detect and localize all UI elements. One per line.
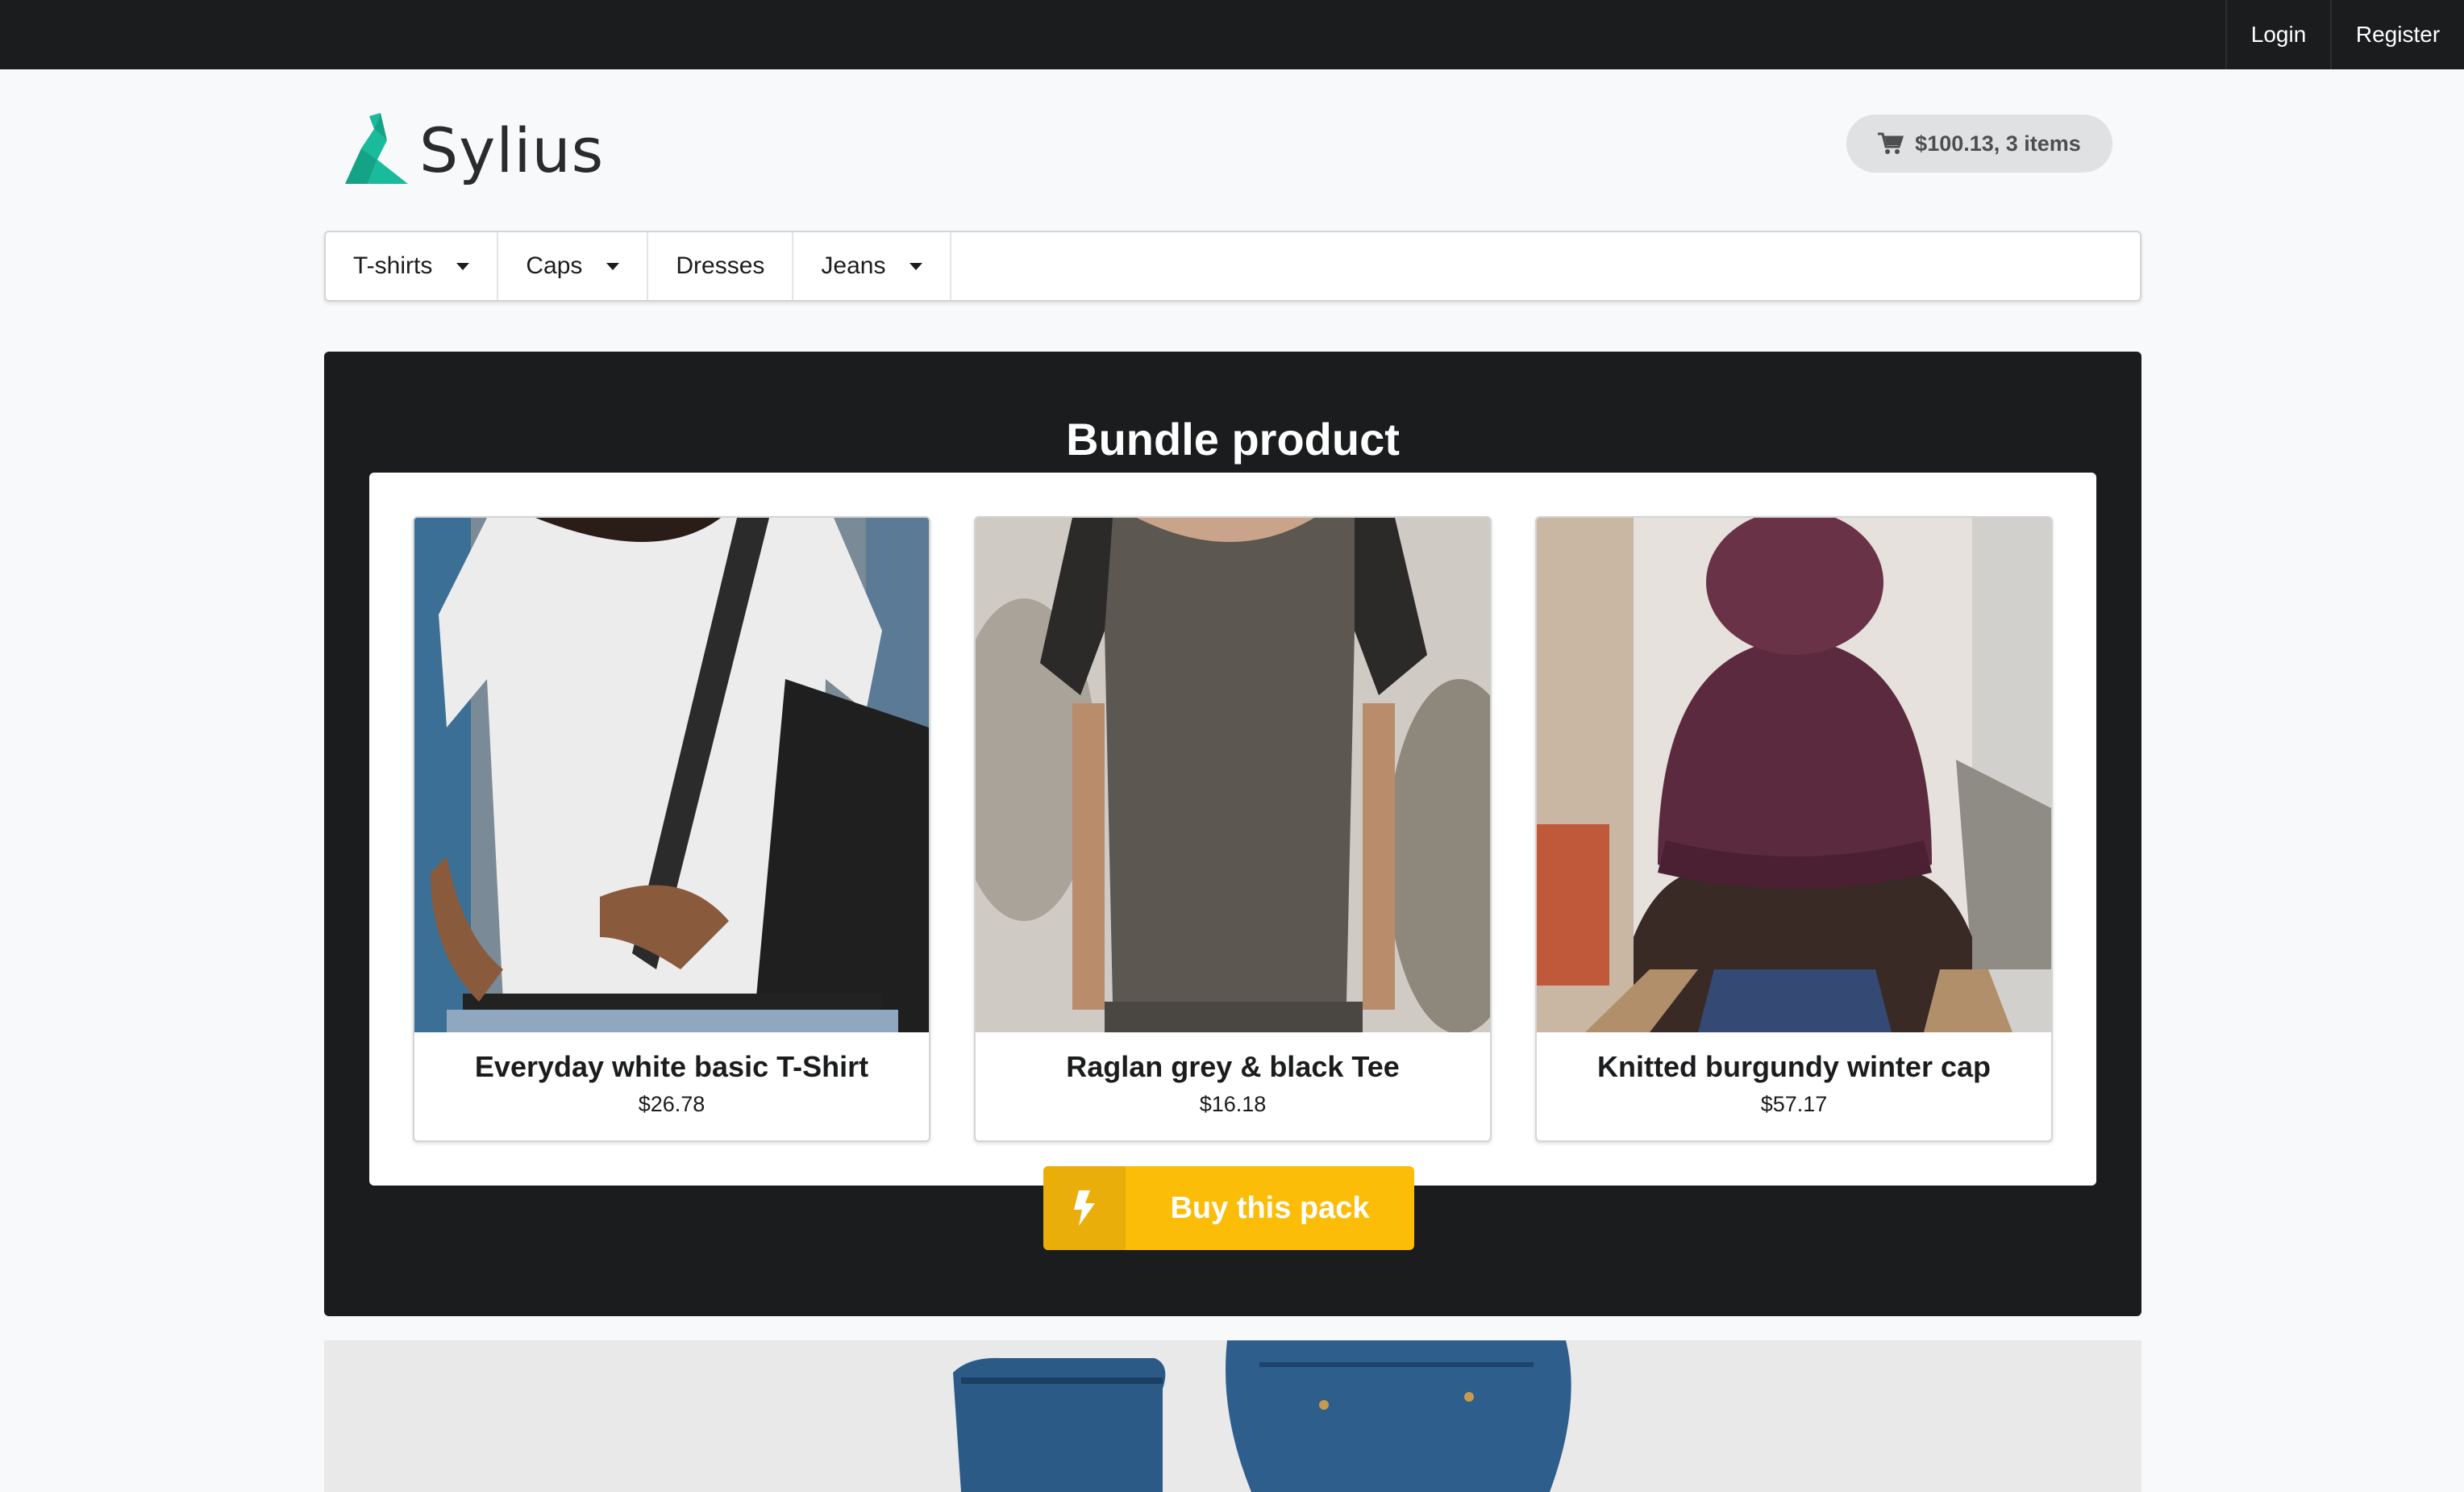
caret-down-icon — [456, 262, 470, 270]
jeans-banner-image[interactable] — [324, 1340, 2141, 1492]
product-image-white-tshirt[interactable] — [414, 518, 929, 1032]
login-link[interactable]: Login — [2225, 0, 2330, 69]
product-card[interactable]: Knitted burgundy winter cap $57.17 — [1535, 516, 2053, 1142]
buy-button-label: Buy this pack — [1170, 1190, 1370, 1225]
sylius-logo-icon — [345, 113, 408, 184]
menu-item-label: Dresses — [676, 252, 765, 279]
product-name[interactable]: Raglan grey & black Tee — [976, 1050, 1490, 1084]
menu-item-tshirts[interactable]: T-shirts — [326, 232, 499, 300]
menu-item-label: T-shirts — [353, 252, 433, 279]
bundle-section: Bundle product Everyday white basic T-Sh… — [324, 352, 2141, 1316]
cart-icon — [1878, 132, 1904, 154]
product-price: $16.18 — [1199, 1092, 1267, 1116]
caret-down-icon — [909, 262, 923, 270]
product-info: Knitted burgundy winter cap $57.17 — [1537, 1032, 2051, 1140]
product-info: Raglan grey & black Tee $16.18 — [976, 1032, 1490, 1140]
cart-summary: $100.13, 3 items — [1915, 131, 2081, 156]
bundle-products-panel: Everyday white basic T-Shirt $26.78 Ragl… — [369, 473, 2096, 1186]
product-image-raglan-tee[interactable] — [976, 518, 1490, 1032]
lightning-icon — [1074, 1190, 1095, 1226]
product-info: Everyday white basic T-Shirt $26.78 — [414, 1032, 929, 1140]
logo-text: Sylius — [419, 114, 605, 186]
menu-item-caps[interactable]: Caps — [498, 232, 649, 300]
product-name[interactable]: Knitted burgundy winter cap — [1537, 1050, 2051, 1084]
product-price: $26.78 — [638, 1092, 705, 1116]
site-logo[interactable]: Sylius — [345, 113, 604, 187]
product-card[interactable]: Everyday white basic T-Shirt $26.78 — [413, 516, 930, 1142]
product-price: $57.17 — [1760, 1092, 1828, 1116]
buy-button-icon-box — [1043, 1166, 1126, 1250]
caret-down-icon — [606, 262, 620, 270]
product-image-burgundy-cap[interactable] — [1537, 518, 2051, 1032]
product-cards: Everyday white basic T-Shirt $26.78 Ragl… — [413, 516, 2053, 1142]
product-name[interactable]: Everyday white basic T-Shirt — [414, 1050, 929, 1084]
menu-item-label: Jeans — [821, 252, 886, 279]
product-card[interactable]: Raglan grey & black Tee $16.18 — [974, 516, 1492, 1142]
main-menu: T-shirts Caps Dresses Jeans — [324, 231, 2141, 302]
menu-item-jeans[interactable]: Jeans — [793, 232, 952, 300]
menu-item-label: Caps — [526, 252, 583, 279]
register-link[interactable]: Register — [2330, 0, 2464, 69]
cart-button[interactable]: $100.13, 3 items — [1846, 115, 2112, 173]
bundle-title: Bundle product — [1066, 414, 1400, 465]
buy-pack-button[interactable]: Buy this pack — [1043, 1166, 1414, 1250]
top-bar: Login Register — [0, 0, 2464, 69]
account-links: Login Register — [2225, 0, 2464, 69]
menu-item-dresses[interactable]: Dresses — [648, 232, 794, 300]
